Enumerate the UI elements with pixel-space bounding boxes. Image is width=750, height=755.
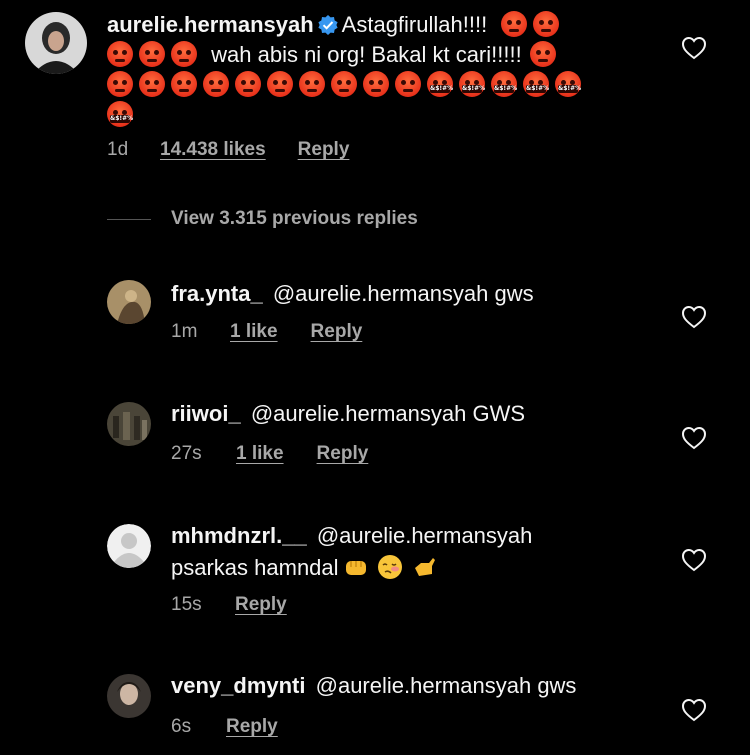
heart-icon — [681, 426, 707, 450]
avatar-aurelie[interactable] — [25, 12, 87, 74]
angry-face-emoji — [203, 71, 229, 97]
reply-4-text: veny_dmynti @aurelie.hermansyah gws — [171, 670, 576, 702]
angry-face-emoji — [107, 41, 133, 67]
mention-link[interactable]: @aurelie.hermansyah — [316, 673, 532, 698]
angry-face-emoji — [139, 41, 165, 67]
angry-face-emoji — [171, 41, 197, 67]
likes-link[interactable]: 1 like — [230, 321, 278, 343]
like-heart-button[interactable] — [681, 426, 707, 450]
reply-1-meta: 1m 1 like Reply — [171, 321, 362, 343]
reply-2-meta: 27s 1 like Reply — [171, 443, 368, 465]
heart-icon — [681, 36, 707, 60]
angry-face-emoji — [267, 71, 293, 97]
call-me-hand-emoji — [414, 558, 435, 576]
angry-face-emoji — [139, 71, 165, 97]
username-fra-ynta[interactable]: fra.ynta_ — [171, 281, 263, 306]
cursing-face-emoji — [427, 71, 453, 97]
reply-time: 6s — [171, 716, 192, 737]
heart-icon — [681, 698, 707, 722]
reply-4-body: gws — [537, 673, 577, 698]
angry-face-emoji — [107, 71, 133, 97]
username-veny-dmynti[interactable]: veny_dmynti — [171, 673, 306, 698]
mention-link[interactable]: @aurelie.hermansyah — [273, 281, 489, 306]
comment-line-1: Astagfirullah!!!! — [341, 12, 488, 37]
reply-3-text: mhmdnzrl.__ @aurelie.hermansyah psarkas … — [171, 520, 651, 584]
main-comment-line-2: wah abis ni org! Bakal kt cari!!!!! — [107, 40, 667, 70]
comment-line-2: wah abis ni org! Bakal kt cari!!!!! — [211, 42, 522, 67]
reply-4-meta: 6s Reply — [171, 716, 278, 738]
username-riiwoi[interactable]: riiwoi_ — [171, 401, 241, 426]
avatar-image — [25, 12, 87, 74]
angry-face-emoji — [331, 71, 357, 97]
reply-1-body: gws — [494, 281, 534, 306]
cursing-face-emoji — [459, 71, 485, 97]
main-comment-emoji-row-4 — [107, 100, 139, 130]
like-heart-button[interactable] — [681, 36, 707, 60]
cursing-face-emoji — [491, 71, 517, 97]
reply-2-body: GWS — [472, 401, 526, 426]
cursing-face-emoji — [555, 71, 581, 97]
main-comment-text: aurelie.hermansyah Astagfirullah!!!! — [107, 9, 667, 41]
mention-link[interactable]: @aurelie.hermansyah — [251, 401, 467, 426]
comment-time: 1d — [107, 139, 129, 160]
avatar-fra-ynta[interactable] — [107, 280, 151, 324]
avatar-mhmdnzrl-default[interactable] — [107, 524, 151, 568]
avatar-image — [107, 280, 151, 324]
reply-button[interactable]: Reply — [298, 139, 350, 161]
reply-time: 15s — [171, 594, 202, 615]
avatar-riiwoi[interactable] — [107, 402, 151, 446]
angry-face-emoji — [529, 41, 556, 67]
verified-badge-icon — [318, 15, 338, 35]
angry-face-emoji — [299, 71, 325, 97]
username-aurelie[interactable]: aurelie.hermansyah — [107, 12, 314, 37]
angry-face-emoji — [533, 11, 560, 37]
default-avatar-icon — [107, 524, 151, 568]
reply-1-text: fra.ynta_ @aurelie.hermansyah gws — [171, 278, 534, 310]
mention-link[interactable]: @aurelie.hermansyah — [317, 523, 533, 548]
likes-link[interactable]: 1 like — [236, 443, 284, 465]
main-comment-emoji-row-3 — [107, 70, 667, 100]
avatar-veny-dmynti[interactable] — [107, 674, 151, 718]
username-mhmdnzrl[interactable]: mhmdnzrl.__ — [171, 523, 307, 548]
cursing-face-emoji — [107, 101, 133, 127]
angry-face-emoji — [363, 71, 389, 97]
reply-3-body: psarkas hamndal — [171, 555, 339, 580]
reply-3-meta: 15s Reply — [171, 594, 287, 616]
like-heart-button[interactable] — [681, 548, 707, 572]
angry-face-emoji — [235, 71, 261, 97]
view-replies-divider — [107, 219, 151, 220]
reply-button[interactable]: Reply — [317, 443, 369, 465]
heart-icon — [681, 305, 707, 329]
likes-link[interactable]: 14.438 likes — [160, 139, 266, 161]
reply-button[interactable]: Reply — [311, 321, 363, 343]
main-comment-meta: 1d 14.438 likes Reply — [107, 139, 349, 161]
avatar-image — [107, 674, 151, 718]
angry-face-emoji — [395, 71, 421, 97]
reply-time: 27s — [171, 443, 202, 464]
reply-2-text: riiwoi_ @aurelie.hermansyah GWS — [171, 398, 525, 430]
angry-face-emoji — [501, 11, 528, 37]
angry-face-emoji — [171, 71, 197, 97]
reply-button[interactable]: Reply — [226, 716, 278, 738]
woozy-face-emoji — [377, 555, 402, 579]
like-heart-button[interactable] — [681, 305, 707, 329]
heart-icon — [681, 548, 707, 572]
fist-emoji — [345, 561, 366, 575]
reply-time: 1m — [171, 321, 198, 342]
reply-button[interactable]: Reply — [235, 594, 287, 616]
view-previous-replies-button[interactable]: View 3.315 previous replies — [171, 208, 418, 230]
avatar-image — [107, 402, 151, 446]
like-heart-button[interactable] — [681, 698, 707, 722]
cursing-face-emoji — [523, 71, 549, 97]
